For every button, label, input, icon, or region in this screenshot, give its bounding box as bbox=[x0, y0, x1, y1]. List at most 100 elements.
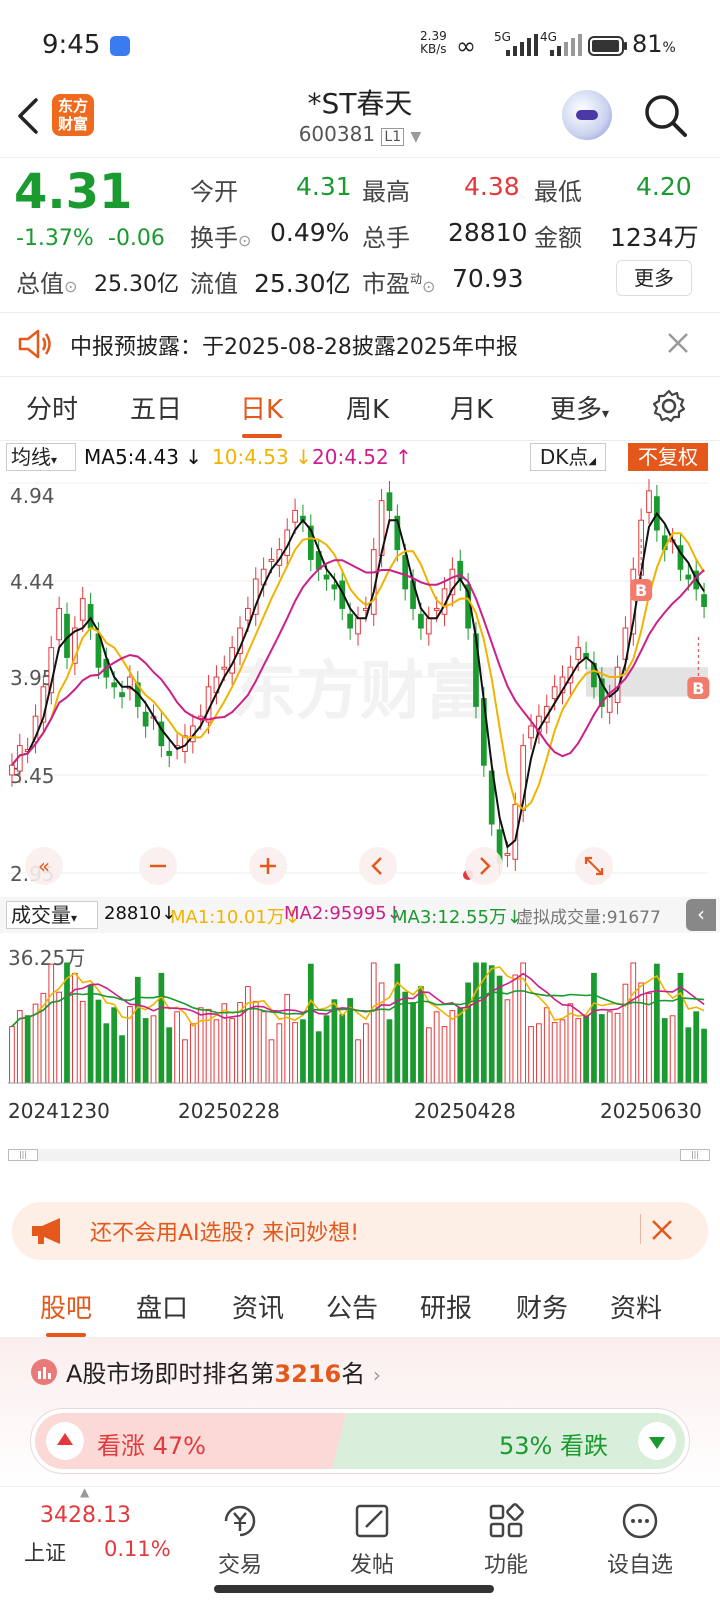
collapse-panel-icon[interactable]: ‹ bbox=[686, 899, 716, 931]
volume-bar-up bbox=[622, 983, 629, 1084]
nav-trade[interactable]: 交易 bbox=[190, 1501, 290, 1579]
tab-intraday[interactable]: 分时 bbox=[26, 389, 78, 426]
tab-research[interactable]: 研报 bbox=[420, 1288, 472, 1325]
ma20-value: 20:4.52 ↑ bbox=[312, 445, 412, 469]
tab-announcements[interactable]: 公告 bbox=[326, 1288, 378, 1325]
volume-bar-down bbox=[386, 1019, 393, 1084]
tab-five-day[interactable]: 五日 bbox=[130, 389, 182, 426]
candle-down bbox=[331, 584, 338, 590]
caret-up-icon: ▲ bbox=[80, 1485, 90, 1499]
turnover-label[interactable]: 换手⊙ bbox=[190, 218, 251, 253]
pe-value: 70.93 bbox=[452, 264, 524, 293]
back-arrow-icon[interactable] bbox=[14, 96, 40, 136]
ai-assistant-avatar[interactable] bbox=[562, 90, 612, 140]
tab-weekly-k[interactable]: 周K bbox=[346, 389, 389, 426]
volume-bar-down bbox=[103, 1023, 110, 1084]
bullish-label: 看涨 47% bbox=[97, 1432, 206, 1460]
tab-news[interactable]: 资讯 bbox=[232, 1288, 284, 1325]
tab-finance[interactable]: 财务 bbox=[516, 1288, 568, 1325]
volume-bar-down bbox=[677, 972, 684, 1084]
candle-down bbox=[119, 692, 125, 698]
info-icon: ⊙ bbox=[238, 231, 252, 250]
close-icon[interactable] bbox=[666, 331, 690, 355]
range-handle-right[interactable]: ||| bbox=[680, 1149, 710, 1161]
candle-up bbox=[575, 647, 582, 660]
buy-marker-label: B bbox=[692, 679, 704, 698]
volume-bar-up bbox=[355, 1039, 361, 1084]
no-adjust-button[interactable]: 不复权 bbox=[628, 443, 708, 471]
range-scrollbar[interactable]: ||| ||| bbox=[8, 1149, 710, 1161]
svg-text:«: « bbox=[38, 854, 50, 878]
dk-point-button[interactable]: DK点◢ bbox=[530, 443, 606, 471]
candle-up bbox=[528, 725, 534, 739]
add-watchlist-icon bbox=[622, 1503, 658, 1539]
close-icon[interactable] bbox=[650, 1218, 674, 1242]
volume-bar-up bbox=[56, 991, 62, 1084]
tab-more[interactable]: 更多▾ bbox=[550, 389, 609, 426]
amount-label: 金额 bbox=[534, 224, 582, 252]
stock-code-row[interactable]: 600381 L1 ▼ bbox=[200, 122, 520, 146]
ai-stock-picker-banner[interactable]: 还不会用AI选股? 来问妙想! bbox=[12, 1202, 708, 1260]
market-rank-panel: A股市场即时排名第3216名 › 看涨 47% 53% 看跌 bbox=[0, 1338, 720, 1486]
zoom-out-icon[interactable] bbox=[138, 846, 178, 886]
volume-bar-down bbox=[488, 965, 495, 1084]
volume-bar-down bbox=[331, 999, 338, 1084]
scroll-left-icon[interactable] bbox=[358, 846, 398, 886]
candle-down bbox=[685, 574, 692, 580]
volume-bar-up bbox=[260, 1011, 267, 1084]
candle-up bbox=[221, 666, 228, 670]
candle-down bbox=[142, 711, 149, 727]
market-rank-text[interactable]: A股市场即时排名第3216名 › bbox=[66, 1354, 381, 1389]
chevron-down-icon: ▼ bbox=[410, 129, 422, 145]
bearish-arrow-icon[interactable] bbox=[637, 1421, 677, 1461]
tab-order-book[interactable]: 盘口 bbox=[136, 1288, 188, 1325]
bullish-arrow-icon[interactable] bbox=[45, 1421, 85, 1461]
mktcap-label[interactable]: 总值⊙ bbox=[16, 264, 77, 299]
candle-up bbox=[79, 598, 86, 621]
volume-bar-up bbox=[284, 994, 291, 1084]
tab-daily-k[interactable]: 日K bbox=[240, 389, 283, 438]
volume-bar-up bbox=[646, 992, 652, 1084]
scroll-right-icon[interactable] bbox=[464, 846, 504, 886]
scroll-left-fast-icon[interactable]: « bbox=[24, 846, 64, 886]
volume-bar-down bbox=[142, 1018, 149, 1084]
x-tick-label: 20250428 bbox=[414, 1099, 516, 1123]
eastmoney-logo[interactable]: 东方 财富 bbox=[52, 94, 94, 136]
tab-forum[interactable]: 股吧 bbox=[40, 1288, 92, 1337]
volume-bar-up bbox=[182, 1039, 188, 1084]
tab-monthly-k[interactable]: 月K bbox=[450, 389, 493, 426]
ma-selector[interactable]: 均线▾ bbox=[6, 443, 76, 471]
search-icon[interactable] bbox=[642, 92, 688, 138]
more-button[interactable]: 更多 bbox=[616, 260, 692, 296]
volume-bar-down bbox=[315, 1031, 322, 1084]
nav-functions[interactable]: 功能 bbox=[456, 1501, 556, 1579]
volume-selector-label: 成交量 bbox=[11, 903, 71, 927]
zoom-in-icon[interactable] bbox=[248, 846, 288, 886]
fullscreen-icon[interactable] bbox=[574, 846, 614, 886]
pe-label[interactable]: 市盈动⊙ bbox=[362, 264, 435, 299]
candle-down bbox=[166, 750, 173, 756]
range-handle-left[interactable]: ||| bbox=[8, 1149, 38, 1161]
kline-candlestick-chart[interactable]: 4.944.443.953.452.95东方财富BB bbox=[0, 473, 720, 893]
grid-functions-icon bbox=[489, 1503, 524, 1538]
volume-bar-down bbox=[701, 1028, 707, 1084]
chart-period-tabs: 分时 五日 日K 周K 月K 更多▾ bbox=[0, 377, 720, 441]
nav-add-watchlist[interactable]: 设自选 bbox=[590, 1501, 690, 1579]
volume-current: 28810↓ bbox=[104, 903, 177, 924]
tab-profile[interactable]: 资料 bbox=[610, 1288, 662, 1325]
settings-gear-icon[interactable] bbox=[652, 389, 686, 423]
volume-selector[interactable]: 成交量▾ bbox=[6, 901, 98, 929]
candle-up bbox=[433, 607, 440, 611]
volume-bar-up bbox=[245, 986, 251, 1084]
level-badge: L1 bbox=[381, 128, 405, 146]
index-ticker[interactable]: ▲ 3428.13 上证 0.11% bbox=[0, 1485, 171, 1587]
nav-post[interactable]: 发帖 bbox=[322, 1501, 422, 1579]
candle-up bbox=[268, 558, 275, 562]
content-tabs: 股吧 盘口 资讯 公告 研报 财务 资料 bbox=[0, 1272, 720, 1338]
x-tick-label: 20250228 bbox=[178, 1099, 280, 1123]
volume-ma1-text: MA1:10.01万 bbox=[170, 907, 285, 928]
volume-bar-down bbox=[347, 998, 353, 1084]
y-tick-label: 4.44 bbox=[10, 570, 55, 594]
volume-bar-down bbox=[583, 1015, 589, 1084]
notice-bar[interactable]: 中报预披露：于2025-08-28披露2025年中报 bbox=[0, 313, 720, 377]
